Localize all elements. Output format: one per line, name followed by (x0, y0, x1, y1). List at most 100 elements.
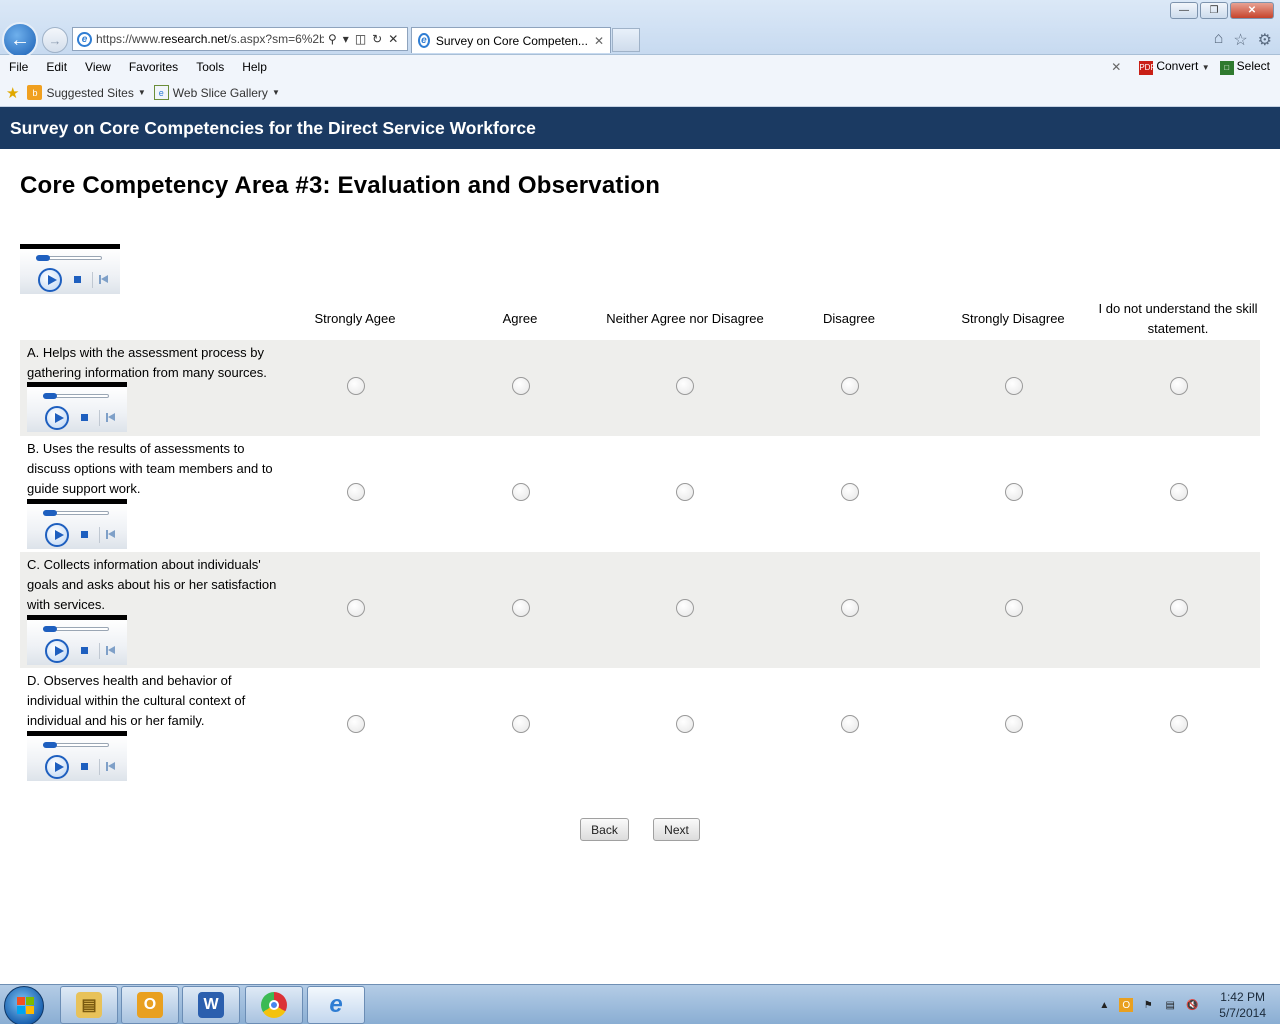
radio-strongly-agree[interactable] (347, 599, 365, 617)
back-nav-button[interactable]: ← (2, 22, 38, 58)
compatibility-icon[interactable]: ◫ (355, 32, 366, 46)
forward-nav-button[interactable]: → (42, 27, 68, 53)
stop-icon[interactable]: ✕ (388, 32, 398, 46)
refresh-icon[interactable]: ↻ (372, 32, 382, 46)
favorites-icon[interactable]: ★ (6, 84, 19, 102)
radio-agree[interactable] (512, 715, 530, 733)
outlook-icon: O (137, 992, 163, 1018)
seek-thumb[interactable] (43, 510, 57, 516)
suggested-sites-link[interactable]: b Suggested Sites ▼ (27, 85, 146, 100)
play-icon[interactable] (45, 639, 69, 663)
action-center-icon[interactable]: ⚑ (1141, 998, 1155, 1012)
previous-icon[interactable] (106, 530, 116, 539)
radio-neither[interactable] (676, 483, 694, 501)
outlook-tray-icon[interactable]: O (1119, 998, 1134, 1012)
favorites-star-icon[interactable]: ☆ (1233, 30, 1247, 50)
radio-strongly-disagree[interactable] (1005, 715, 1023, 733)
menu-edit[interactable]: Edit (37, 60, 76, 74)
show-hidden-icons-icon[interactable]: ▲ (1097, 998, 1111, 1012)
windows-flag-icon (17, 997, 34, 1014)
radio-agree[interactable] (512, 599, 530, 617)
stop-icon[interactable] (81, 531, 88, 538)
radio-strongly-agree[interactable] (347, 483, 365, 501)
new-tab-button[interactable] (612, 28, 640, 52)
stop-icon[interactable] (81, 414, 88, 421)
previous-icon[interactable] (106, 646, 116, 655)
radio-strongly-disagree[interactable] (1005, 377, 1023, 395)
play-icon[interactable] (45, 523, 69, 547)
tab-title: Survey on Core Competen... (435, 33, 588, 48)
radio-strongly-agree[interactable] (347, 377, 365, 395)
network-icon[interactable]: ▤ (1163, 998, 1177, 1012)
stop-icon[interactable] (81, 647, 88, 654)
audio-player-row (27, 382, 127, 432)
menu-file[interactable]: File (0, 60, 37, 74)
radio-neither[interactable] (676, 377, 694, 395)
radio-neither[interactable] (676, 715, 694, 733)
menu-favorites[interactable]: Favorites (120, 60, 187, 74)
radio-do-not-understand[interactable] (1170, 483, 1188, 501)
radio-strongly-disagree[interactable] (1005, 599, 1023, 617)
menu-view[interactable]: View (76, 60, 120, 74)
taskbar-word[interactable]: W (182, 986, 240, 1024)
stop-icon[interactable] (74, 276, 81, 283)
radio-disagree[interactable] (841, 377, 859, 395)
previous-icon[interactable] (106, 413, 116, 422)
radio-disagree[interactable] (841, 599, 859, 617)
close-tab-icon[interactable]: ✕ (594, 34, 604, 48)
menu-tools[interactable]: Tools (187, 60, 233, 74)
taskbar-internet-explorer[interactable]: e (307, 986, 365, 1024)
player-divider (99, 410, 100, 426)
taskbar-chrome[interactable] (245, 986, 303, 1024)
chevron-down-icon: ▼ (1201, 63, 1210, 72)
radio-neither[interactable] (676, 599, 694, 617)
back-button[interactable]: Back (580, 818, 629, 841)
convert-button[interactable]: PDFConvert ▼ (1139, 59, 1210, 75)
player-divider (99, 527, 100, 543)
radio-agree[interactable] (512, 483, 530, 501)
previous-icon[interactable] (106, 762, 116, 771)
radio-strongly-agree[interactable] (347, 715, 365, 733)
menu-help[interactable]: Help (233, 60, 276, 74)
tab-survey[interactable]: e Survey on Core Competen... ✕ (411, 27, 611, 53)
restore-button[interactable]: ❐ (1200, 2, 1228, 19)
play-icon[interactable] (45, 406, 69, 430)
play-icon[interactable] (45, 755, 69, 779)
ie-tab-icon: e (418, 33, 430, 48)
taskbar-outlook[interactable]: O (121, 986, 179, 1024)
close-window-button[interactable]: ✕ (1230, 2, 1274, 19)
seek-thumb[interactable] (43, 393, 57, 399)
stop-icon[interactable] (81, 763, 88, 770)
row-statement: A. Helps with the assessment process by … (27, 345, 267, 380)
close-toolbar-icon[interactable]: ✕ (1111, 60, 1121, 74)
radio-do-not-understand[interactable] (1170, 599, 1188, 617)
play-icon[interactable] (38, 268, 62, 292)
radio-disagree[interactable] (841, 483, 859, 501)
row-statement: D. Observes health and behavior of indiv… (27, 673, 246, 728)
taskbar-file-explorer[interactable]: ▤ (60, 986, 118, 1024)
radio-disagree[interactable] (841, 715, 859, 733)
seek-thumb[interactable] (43, 626, 57, 632)
radio-do-not-understand[interactable] (1170, 377, 1188, 395)
seek-thumb[interactable] (43, 742, 57, 748)
start-button[interactable] (4, 986, 44, 1024)
clock[interactable]: 1:42 PM 5/7/2014 (1219, 989, 1266, 1021)
radio-strongly-disagree[interactable] (1005, 483, 1023, 501)
gear-icon[interactable]: ⚙ (1258, 30, 1272, 50)
minimize-button[interactable]: — (1170, 2, 1198, 19)
next-button[interactable]: Next (653, 818, 700, 841)
address-url[interactable]: https://www.research.net/s.aspx?sm=6%2b (96, 32, 324, 46)
address-bar[interactable]: e https://www.research.net/s.aspx?sm=6%2… (72, 27, 408, 51)
web-slice-gallery-link[interactable]: e Web Slice Gallery ▼ (153, 85, 280, 100)
seek-thumb[interactable] (36, 255, 50, 261)
volume-muted-icon[interactable]: 🔇 (1185, 998, 1199, 1012)
browser-titlebar: — ❐ ✕ ← → e https://www.research.net/s.a… (0, 0, 1280, 58)
radio-agree[interactable] (512, 377, 530, 395)
select-button[interactable]: □ Select (1219, 59, 1270, 75)
audio-player-row (27, 499, 127, 549)
previous-icon[interactable] (99, 275, 109, 284)
home-icon[interactable]: ⌂ (1214, 30, 1224, 50)
dropdown-icon[interactable]: ▾ (343, 32, 349, 46)
search-icon[interactable]: ⚲ (328, 32, 337, 46)
radio-do-not-understand[interactable] (1170, 715, 1188, 733)
